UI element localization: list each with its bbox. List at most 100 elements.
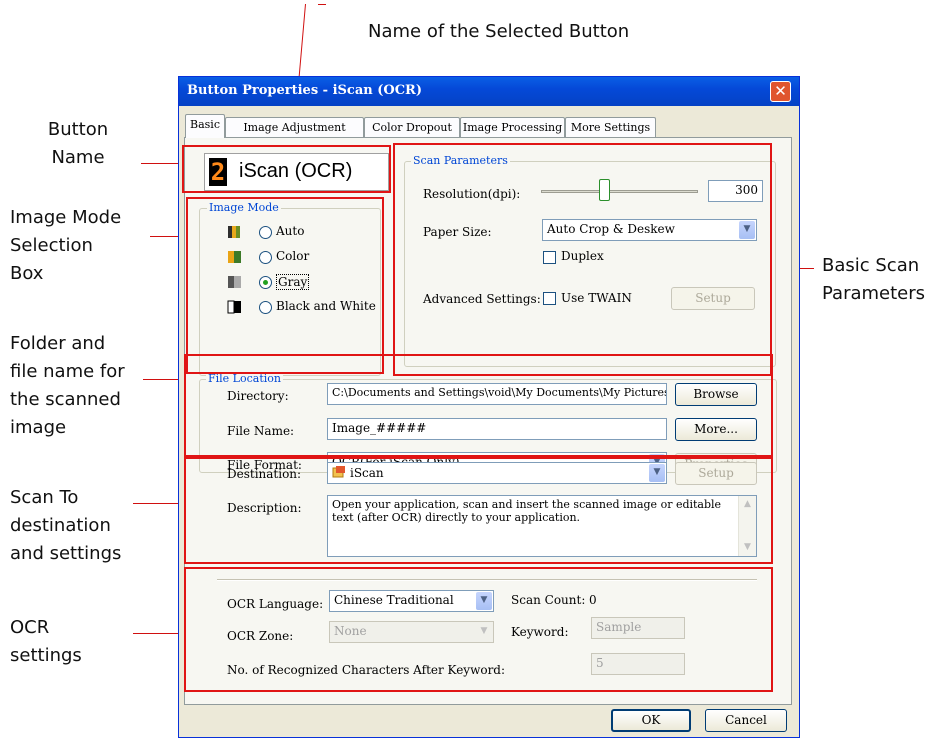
chevron-down-icon[interactable]: ▼	[476, 623, 492, 641]
button-name-display: 2 iScan (OCR)	[204, 153, 389, 191]
resolution-slider-thumb[interactable]	[598, 179, 610, 201]
description-text: Open your application, scan and insert t…	[332, 498, 722, 524]
tab-basic[interactable]: Basic	[185, 114, 225, 138]
color-mode-icon	[228, 251, 241, 263]
scan-count-value: 0	[589, 593, 597, 607]
annotation-scan-to: Scan To destination and settings	[10, 484, 121, 568]
duplex-checkbox[interactable]	[543, 251, 556, 264]
radio-auto-label[interactable]: Auto	[276, 224, 304, 238]
destination-setup-button[interactable]: Setup	[675, 462, 757, 485]
ok-button[interactable]: OK	[611, 709, 691, 732]
annotation-selected-button-name: Name of the Selected Button	[368, 21, 630, 42]
scan-count-label: Scan Count:	[511, 593, 586, 607]
tab-color-dropout[interactable]: Color Dropout	[364, 117, 460, 137]
ocr-language-label: OCR Language:	[227, 597, 324, 611]
keyword-field[interactable]: Sample	[591, 617, 685, 639]
file-name-field[interactable]: Image_#####	[327, 418, 667, 440]
resolution-value-field[interactable]: 300	[708, 180, 763, 202]
radio-gray-label[interactable]: Gray	[276, 274, 310, 290]
use-twain-label[interactable]: Use TWAIN	[561, 291, 632, 305]
paper-size-dropdown[interactable]: Auto Crop & Deskew ▼	[542, 219, 757, 241]
image-mode-title: Image Mode	[207, 201, 281, 214]
annotation-line: Box	[10, 263, 44, 284]
file-name-label: File Name:	[227, 424, 295, 438]
gray-mode-icon	[228, 276, 241, 288]
selected-button-pointer-tick	[318, 4, 326, 5]
directory-label: Directory:	[227, 389, 289, 403]
resolution-slider-track[interactable]	[541, 190, 698, 193]
more-button[interactable]: More...	[675, 418, 757, 441]
radio-gray[interactable]	[259, 276, 272, 289]
annotation-line: file name for	[10, 361, 125, 382]
window-title: Button Properties - iScan (OCR)	[187, 83, 423, 98]
annotation-line: the scanned	[10, 389, 121, 410]
black-white-mode-icon	[227, 300, 241, 314]
description-scrollbar[interactable]: ▲ ▼	[738, 496, 756, 556]
radio-color[interactable]	[259, 251, 272, 264]
recognized-chars-label: No. of Recognized Characters After Keywo…	[227, 663, 506, 677]
button-name-text: iScan (OCR)	[239, 160, 353, 182]
scroll-down-icon[interactable]: ▼	[739, 539, 756, 556]
annotation-basic-scan: Basic Scan Parameters	[822, 252, 925, 308]
annotation-line: Parameters	[822, 283, 926, 304]
ocr-zone-dropdown[interactable]: None ▼	[329, 621, 494, 643]
chevron-down-icon[interactable]: ▼	[739, 221, 755, 239]
directory-field[interactable]: C:\Documents and Settings\void\My Docume…	[327, 383, 667, 405]
annotation-image-mode: Image Mode Selection Box	[10, 204, 121, 288]
cancel-button[interactable]: Cancel	[705, 709, 787, 732]
duplex-label[interactable]: Duplex	[561, 249, 604, 263]
annotation-connector-folder-file	[143, 379, 183, 380]
selected-button-pointer-line	[298, 4, 306, 82]
destination-value: iScan	[350, 466, 384, 480]
title-bar[interactable]: Button Properties - iScan (OCR) ✕	[179, 77, 799, 106]
close-icon[interactable]: ✕	[770, 81, 791, 102]
annotation-line: Image Mode	[10, 207, 122, 228]
radio-color-label[interactable]: Color	[276, 249, 309, 263]
annotation-folder-file: Folder and file name for the scanned ima…	[10, 330, 125, 442]
resolution-label: Resolution(dpi):	[423, 187, 521, 201]
destination-dropdown[interactable]: iScan ▼	[327, 462, 667, 484]
annotation-line: destination	[10, 515, 111, 536]
button-properties-dialog: Button Properties - iScan (OCR) ✕ Basic …	[178, 76, 800, 738]
ocr-language-value: Chinese Traditional	[334, 593, 454, 607]
annotation-line: Name	[51, 147, 105, 168]
iscan-app-icon	[332, 466, 345, 478]
tab-image-processing[interactable]: Image Processing	[460, 117, 565, 137]
annotation-line: OCR	[10, 617, 50, 638]
use-twain-checkbox[interactable]	[543, 292, 556, 305]
description-label: Description:	[227, 501, 302, 515]
keyword-label: Keyword:	[511, 625, 569, 639]
recognized-chars-field[interactable]: 5	[591, 653, 685, 675]
led-digit-icon: 2	[209, 158, 227, 186]
file-location-title: File Location	[206, 372, 283, 385]
annotation-line: Button	[47, 119, 109, 140]
scroll-up-icon[interactable]: ▲	[739, 496, 756, 513]
annotation-line: Basic Scan	[822, 255, 920, 276]
paper-size-value: Auto Crop & Deskew	[547, 222, 675, 236]
destination-label: Destination:	[227, 467, 302, 481]
scan-parameters-title: Scan Parameters	[411, 154, 510, 167]
annotation-line: and settings	[10, 543, 122, 564]
auto-mode-icon	[228, 226, 240, 238]
annotation-connector-scan-to	[133, 503, 183, 504]
chevron-down-icon[interactable]: ▼	[476, 592, 492, 610]
paper-size-label: Paper Size:	[423, 225, 492, 239]
annotation-line: image	[10, 417, 67, 438]
description-textarea[interactable]: Open your application, scan and insert t…	[327, 495, 757, 557]
ocr-language-dropdown[interactable]: Chinese Traditional ▼	[329, 590, 494, 612]
radio-black-white[interactable]	[259, 301, 272, 314]
annotation-button-name: Button Name	[28, 116, 128, 172]
chevron-down-icon[interactable]: ▼	[649, 464, 665, 482]
ocr-zone-value: None	[334, 624, 367, 638]
radio-auto[interactable]	[259, 226, 272, 239]
annotation-line: Scan To	[10, 487, 79, 508]
scan-setup-button[interactable]: Setup	[671, 287, 755, 310]
annotation-line: settings	[10, 645, 82, 666]
ocr-zone-label: OCR Zone:	[227, 629, 294, 643]
tab-more-settings[interactable]: More Settings	[565, 117, 656, 137]
tab-image-adjustment[interactable]: Image Adjustment	[225, 117, 364, 137]
radio-black-white-label[interactable]: Black and White	[276, 299, 376, 313]
browse-button[interactable]: Browse	[675, 383, 757, 406]
ocr-separator	[217, 579, 757, 581]
annotation-line: Folder and	[10, 333, 106, 354]
